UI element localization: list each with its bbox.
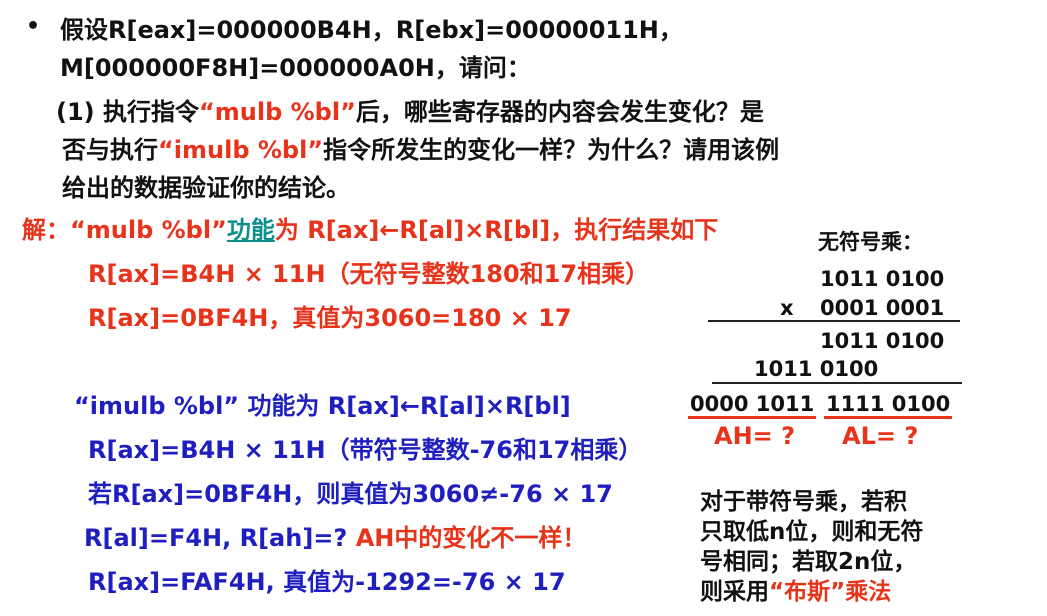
answer-mul-instr: “mulb %bl” xyxy=(70,216,227,244)
note-line-2: 只取低n位，则和无符 xyxy=(700,519,924,545)
ah-underline xyxy=(688,416,816,419)
note-line-4-text: 则采用 xyxy=(700,579,769,605)
al-underline xyxy=(824,416,952,419)
answer-imul-line-2: 若R[ax]=0BF4H，则真值为3060≠-76 × 17 xyxy=(88,480,613,508)
note-line-1: 对于带符号乘，若积 xyxy=(700,489,907,515)
answer-prefix: 解： xyxy=(22,216,70,244)
calc-divider-2 xyxy=(712,382,962,384)
calc-result-low: 1111 0100 xyxy=(826,392,951,416)
answer-imul-line-1: R[ax]=B4H × 11H（带符号整数-76和17相乘） xyxy=(88,436,643,464)
question-line-2: M[000000F8H]=000000A0H，请问： xyxy=(60,54,531,82)
booth-multiplication: “布斯”乘法 xyxy=(769,579,892,605)
answer-mul-line-1: R[ax]=B4H × 11H（无符号整数180和17相乘） xyxy=(88,260,650,288)
answer-mul-heading: 解：“mulb %bl”功能为 R[ax]←R[al]×R[bl]，执行结果如下 xyxy=(22,210,718,245)
part1-number: (1) 执行指令 xyxy=(56,98,199,126)
calc-partial-2: 1011 0100 xyxy=(754,357,879,381)
answer-imul-heading: “imulb %bl” 功能为 R[ax]←R[al]×R[bl] xyxy=(74,392,571,420)
imul-ah-note: AH中的变化不一样！ xyxy=(355,524,587,552)
function-link[interactable]: 功能 xyxy=(227,216,275,244)
question-line-1: 假设R[eax]=000000B4H，R[ebx]=00000011H， xyxy=(60,16,683,44)
al-label: AL= ? xyxy=(842,422,919,450)
note-line-4: 则采用“布斯”乘法 xyxy=(700,572,891,606)
part1-text-a: 后，哪些寄存器的内容会发生变化？是 xyxy=(355,98,764,126)
ah-label: AH= ? xyxy=(714,422,796,450)
calc-multiplicand: 1011 0100 xyxy=(820,267,945,291)
calc-result-high: 0000 1011 xyxy=(690,392,815,416)
calc-partial-1: 1011 0100 xyxy=(820,329,945,353)
question-part1-line-3: 给出的数据验证你的结论。 xyxy=(62,174,350,202)
part1-text-b: 否与执行 xyxy=(62,136,158,164)
instr-imulb: “imulb %bl” xyxy=(158,136,324,164)
imul-line-3-regs: R[al]=F4H, R[ah]=? xyxy=(84,524,356,552)
calc-operator: x xyxy=(780,296,794,320)
calc-multiplier: 0001 0001 xyxy=(820,296,945,320)
question-part1-line-2: 否与执行“imulb %bl”指令所发生的变化一样？为什么？请用该例 xyxy=(62,130,779,165)
answer-mul-function: 为 R[ax]←R[al]×R[bl]，执行结果如下 xyxy=(274,216,719,244)
question-part1-line-1: (1) 执行指令“mulb %bl”后，哪些寄存器的内容会发生变化？是 xyxy=(56,92,764,127)
note-line-3: 号相同；若取2n位， xyxy=(700,549,917,575)
calc-divider-1 xyxy=(708,320,960,322)
part1-text-c: 指令所发生的变化一样？为什么？请用该例 xyxy=(323,136,780,164)
instr-mulb: “mulb %bl” xyxy=(199,98,356,126)
answer-imul-line-4: R[ax]=FAF4H, 真值为-1292=-76 × 17 xyxy=(88,568,566,596)
answer-imul-line-3: R[al]=F4H, R[ah]=? AH中的变化不一样！ xyxy=(84,518,586,553)
answer-mul-line-2: R[ax]=0BF4H，真值为3060=180 × 17 xyxy=(88,304,572,332)
calc-title: 无符号乘： xyxy=(818,230,923,254)
bullet-marker: • xyxy=(26,14,41,39)
